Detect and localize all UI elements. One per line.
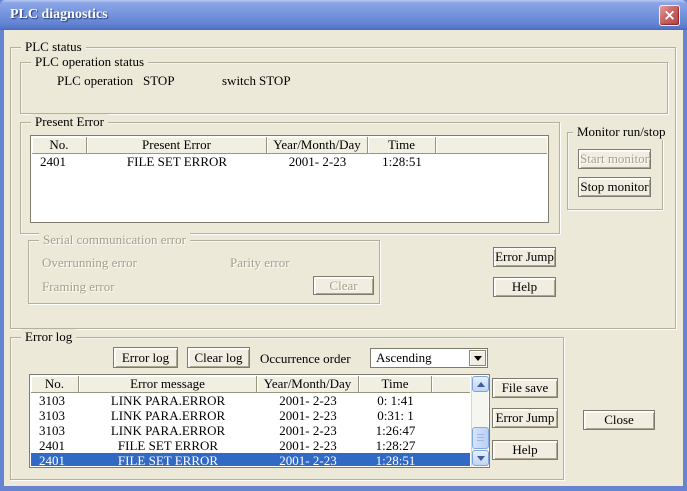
- error-log-table: No. Error message Year/Month/Day Time 31…: [29, 374, 490, 468]
- cell-date: 2001- 2-23: [257, 393, 359, 408]
- column-header-error-message[interactable]: Error message: [79, 376, 257, 393]
- error-jump-button-lower[interactable]: Error Jump: [492, 408, 558, 428]
- cell-date: 2001- 2-23: [257, 453, 359, 466]
- scroll-up-icon: [477, 382, 485, 387]
- present-error-table: No. Present Error Year/Month/Day Time 24…: [30, 135, 549, 223]
- cell-error: LINK PARA.ERROR: [79, 423, 257, 438]
- column-header-no[interactable]: No.: [31, 376, 79, 393]
- cell-no: 3103: [31, 393, 79, 408]
- clear-log-button[interactable]: Clear log: [187, 347, 250, 368]
- cell-error: FILE SET ERROR: [87, 154, 267, 169]
- scroll-down-button[interactable]: [472, 450, 489, 466]
- plc-diagnostics-dialog: PLC diagnostics × PLC status PLC operati…: [0, 0, 687, 491]
- column-header-present-error[interactable]: Present Error: [87, 137, 267, 154]
- error-jump-button-upper[interactable]: Error Jump: [493, 247, 556, 267]
- file-save-button[interactable]: File save: [492, 378, 558, 398]
- framing-error-label: Framing error: [42, 279, 115, 294]
- occurrence-order-selected-value: Ascending: [376, 350, 432, 366]
- cell-date: 2001- 2-23: [257, 438, 359, 453]
- scrollbar-thumb[interactable]: [472, 427, 489, 449]
- column-header-no[interactable]: No.: [32, 137, 87, 154]
- serial-communication-error-group-label: Serial communication error: [39, 232, 190, 248]
- cell-no: 2401: [32, 154, 87, 169]
- occurrence-order-select[interactable]: Ascending: [370, 348, 488, 368]
- cell-no: 3103: [31, 408, 79, 423]
- column-header-date[interactable]: Year/Month/Day: [267, 137, 368, 154]
- present-error-group-label: Present Error: [31, 114, 108, 130]
- plc-operation-status-group-label: PLC operation status: [31, 54, 148, 70]
- plc-operation-label: PLC operation: [57, 73, 133, 88]
- cell-no: 3103: [31, 423, 79, 438]
- cell-time: 1:28:51: [359, 453, 432, 466]
- plc-operation-value: STOP: [143, 73, 175, 88]
- vertical-scrollbar[interactable]: [471, 376, 488, 466]
- cell-no: 2401: [31, 453, 79, 466]
- clear-button: Clear: [313, 276, 374, 295]
- cell-no: 2401: [31, 438, 79, 453]
- cell-date: 2001- 2-23: [257, 408, 359, 423]
- start-monitor-button: Start monitor: [578, 149, 651, 169]
- monitor-run-stop-group: Monitor run/stop: [567, 132, 663, 210]
- chevron-down-icon: [474, 356, 482, 361]
- error-log-group-label: Error log: [21, 329, 76, 345]
- plc-status-group-label: PLC status: [21, 39, 86, 55]
- close-icon: ×: [663, 8, 676, 23]
- cell-error: FILE SET ERROR: [79, 438, 257, 453]
- cell-time: 1:28:51: [368, 154, 436, 169]
- monitor-run-stop-group-label: Monitor run/stop: [573, 124, 669, 140]
- help-button-upper[interactable]: Help: [493, 277, 556, 297]
- column-header-time[interactable]: Time: [368, 137, 436, 154]
- cell-error: LINK PARA.ERROR: [79, 408, 257, 423]
- table-row[interactable]: 2401 FILE SET ERROR 2001- 2-23 1:28:51: [32, 154, 547, 169]
- scroll-down-icon: [477, 456, 485, 461]
- table-row[interactable]: 3103 LINK PARA.ERROR 2001- 2-23 1:26:47: [31, 423, 470, 438]
- parity-error-label: Parity error: [230, 255, 290, 270]
- table-row-selected[interactable]: 2401 FILE SET ERROR 2001- 2-23 1:28:51: [31, 453, 470, 466]
- plc-operation-status-group: PLC operation status: [20, 62, 668, 114]
- table-row[interactable]: 3103 LINK PARA.ERROR 2001- 2-23 0: 1:41: [31, 393, 470, 408]
- cell-error: FILE SET ERROR: [79, 453, 257, 466]
- cell-error: LINK PARA.ERROR: [79, 393, 257, 408]
- occurrence-order-label: Occurrence order: [260, 351, 351, 366]
- page-title: PLC diagnostics: [10, 7, 108, 23]
- close-dialog-button[interactable]: Close: [583, 410, 655, 430]
- error-log-header-row: No. Error message Year/Month/Day Time: [31, 376, 470, 393]
- cell-time: 0:31: 1: [359, 408, 432, 423]
- title-bar[interactable]: PLC diagnostics ×: [0, 0, 687, 30]
- error-log-button[interactable]: Error log: [113, 347, 178, 368]
- table-row[interactable]: 3103 LINK PARA.ERROR 2001- 2-23 0:31: 1: [31, 408, 470, 423]
- column-header-filler: [432, 376, 470, 393]
- close-button[interactable]: ×: [659, 5, 680, 26]
- cell-time: 1:26:47: [359, 423, 432, 438]
- dropdown-button[interactable]: [469, 350, 486, 366]
- switch-value: STOP: [259, 73, 291, 88]
- overrunning-error-label: Overrunning error: [42, 255, 137, 270]
- help-button-lower[interactable]: Help: [492, 440, 558, 460]
- cell-date: 2001- 2-23: [267, 154, 368, 169]
- column-header-date[interactable]: Year/Month/Day: [257, 376, 359, 393]
- stop-monitor-button[interactable]: Stop monitor: [578, 177, 651, 197]
- table-row[interactable]: 2401 FILE SET ERROR 2001- 2-23 1:28:27: [31, 438, 470, 453]
- column-header-filler: [436, 137, 547, 154]
- column-header-time[interactable]: Time: [359, 376, 432, 393]
- cell-date: 2001- 2-23: [257, 423, 359, 438]
- cell-time: 1:28:27: [359, 438, 432, 453]
- scroll-up-button[interactable]: [472, 376, 489, 392]
- cell-time: 0: 1:41: [359, 393, 432, 408]
- switch-label: switch: [222, 73, 256, 88]
- present-error-header-row: No. Present Error Year/Month/Day Time: [32, 137, 547, 154]
